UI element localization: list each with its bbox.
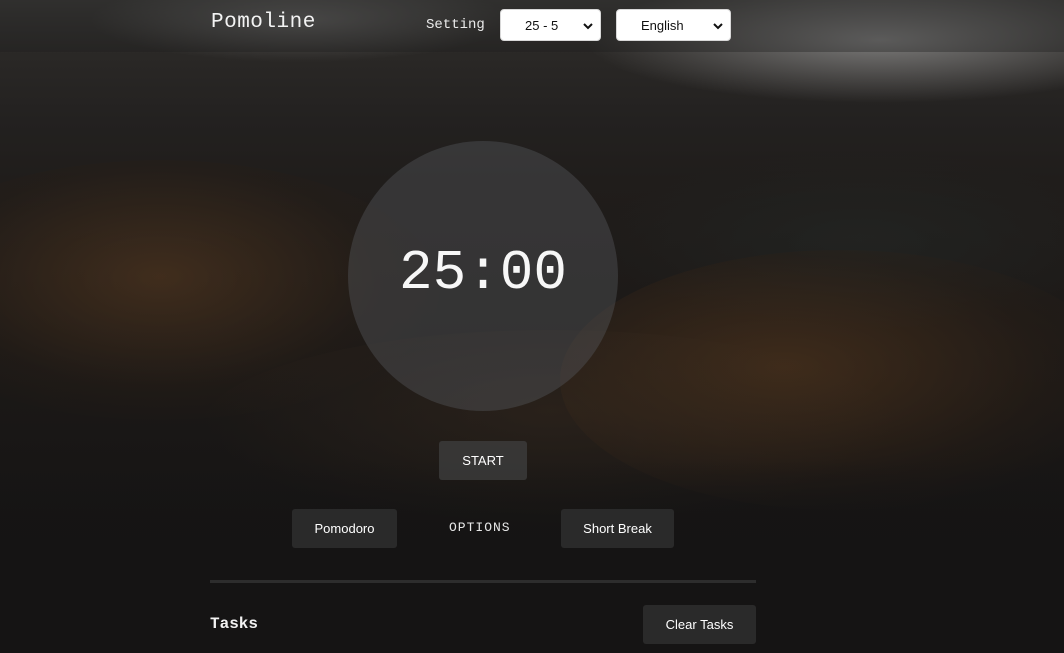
setting-label: Setting (426, 17, 485, 33)
app-logo[interactable]: Pomoline (211, 11, 316, 34)
session-length-value: 25 - 5 (525, 18, 559, 33)
timer-display: 25:00 (398, 241, 568, 305)
section-divider (210, 580, 756, 583)
language-select[interactable]: English (616, 9, 731, 41)
start-button[interactable]: START (439, 441, 527, 480)
options-label: OPTIONS (449, 520, 511, 535)
background-fade (0, 460, 1064, 653)
top-header: Pomoline Setting 25 - 5 English (0, 0, 1064, 52)
tasks-heading: Tasks (210, 615, 259, 633)
pomodoro-page: Pomoline Setting 25 - 5 English 25:00 ST… (0, 0, 1064, 653)
language-value: English (641, 18, 684, 33)
chevron-down-icon (583, 23, 593, 30)
pomodoro-button[interactable]: Pomodoro (292, 509, 397, 548)
short-break-button[interactable]: Short Break (561, 509, 674, 548)
chevron-down-icon (713, 23, 723, 30)
session-length-select[interactable]: 25 - 5 (500, 9, 601, 41)
clear-tasks-button[interactable]: Clear Tasks (643, 605, 756, 644)
